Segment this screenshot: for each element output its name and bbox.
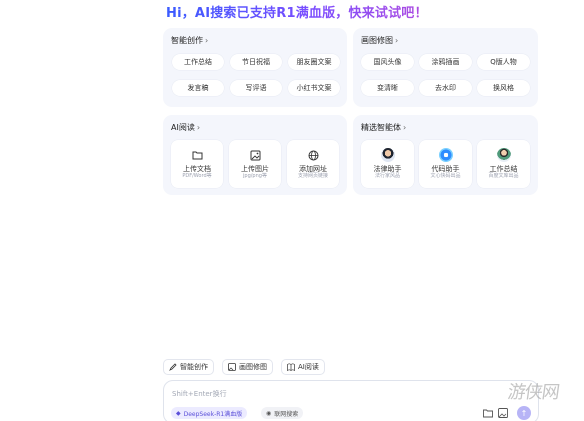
writing-card: 智能创作 › 工作总结 节日祝福 朋友圈文案 发言稿 写评语 小红书文案 <box>163 28 347 107</box>
add-url-tile[interactable]: 添加网址 支持网页链接 <box>287 140 339 188</box>
chevron-right-icon: › <box>395 36 399 45</box>
image-edit-card: 画图修图 › 国风头像 涂鸦插画 Q版人物 变清晰 去水印 换风格 <box>353 28 538 107</box>
writing-card-title[interactable]: 智能创作 › <box>171 35 208 46</box>
smart-writing-button[interactable]: 智能创作 <box>163 359 214 375</box>
chip-holiday-greeting[interactable]: 节日祝福 <box>230 54 282 70</box>
chip-chibi-character[interactable]: Q版人物 <box>477 54 530 70</box>
tile-sublabel: 支持网页链接 <box>297 173 328 180</box>
web-search-toggle[interactable]: ◉ 联网搜索 <box>261 407 304 419</box>
chip-xiaohongshu-copy[interactable]: 小红书文案 <box>288 80 340 96</box>
ai-reading-button[interactable]: AI阅读 <box>281 359 325 375</box>
image-icon <box>248 148 262 162</box>
code-assistant-tile[interactable]: 代码助手 文心快码出品 <box>419 140 472 188</box>
agents-card-title[interactable]: 精选智能体 › <box>361 122 406 133</box>
tile-sublabel: jpg/png等 <box>243 173 267 180</box>
chip-work-summary[interactable]: 工作总结 <box>172 54 224 70</box>
folder-icon <box>190 148 204 162</box>
image-edit-button[interactable]: 画图修图 <box>222 359 273 375</box>
image-edit-card-title[interactable]: 画图修图 › <box>361 35 398 46</box>
pen-icon <box>169 363 177 371</box>
image-upload-icon[interactable] <box>498 408 508 418</box>
ai-reading-card: AI阅读 › 上传文档 PDF/Word等 上传图片 jpg/png等 添加网址 … <box>163 115 347 195</box>
deepseek-icon: ◆ <box>176 409 181 417</box>
arrow-up-icon: ↑ <box>520 408 528 418</box>
tile-sublabel: 文心快码出品 <box>430 173 461 180</box>
chip-speech-draft[interactable]: 发言稿 <box>172 80 224 96</box>
folder-upload-icon[interactable] <box>483 408 493 418</box>
tile-sublabel: 法行家风品 <box>374 173 400 180</box>
globe-icon: ◉ <box>266 409 272 417</box>
chevron-right-icon: › <box>205 36 209 45</box>
upload-document-tile[interactable]: 上传文档 PDF/Word等 <box>171 140 223 188</box>
chip-moments-copy[interactable]: 朋友圈文案 <box>288 54 340 70</box>
work-summary-agent-tile[interactable]: 工作总结 百度文库出品 <box>477 140 530 188</box>
chat-input[interactable]: Shift+Enter换行 ◆ DeepSeek-R1满血版 ◉ 联网搜索 ↑ <box>163 380 539 421</box>
chip-enhance-clarity[interactable]: 变清晰 <box>361 80 414 96</box>
deepseek-model-toggle[interactable]: ◆ DeepSeek-R1满血版 <box>171 407 248 419</box>
worker-avatar-icon <box>496 148 511 163</box>
book-icon <box>287 363 295 371</box>
tile-sublabel: PDF/Word等 <box>182 173 212 180</box>
chip-remove-watermark[interactable]: 去水印 <box>419 80 472 96</box>
chevron-right-icon: › <box>403 123 407 132</box>
site-watermark: 游侠网 <box>506 382 561 403</box>
upload-image-tile[interactable]: 上传图片 jpg/png等 <box>229 140 281 188</box>
code-avatar-icon <box>438 148 453 163</box>
agents-card: 精选智能体 › 法律助手 法行家风品 代码助手 文心快码出品 工作总结 百度文库出… <box>353 115 538 195</box>
welcome-headline: Hi，AI搜索已支持R1满血版，快来试试吧！ <box>166 2 428 21</box>
legal-assistant-tile[interactable]: 法律助手 法行家风品 <box>361 140 414 188</box>
chat-input-placeholder: Shift+Enter换行 <box>172 390 227 398</box>
chip-change-style[interactable]: 换风格 <box>477 80 530 96</box>
chevron-right-icon: › <box>196 123 201 132</box>
image-icon <box>228 363 236 371</box>
send-button[interactable]: ↑ <box>517 406 531 420</box>
lawyer-avatar-icon <box>380 148 395 163</box>
ai-reading-card-title[interactable]: AI阅读 › <box>171 122 200 133</box>
globe-icon <box>306 148 320 162</box>
chip-write-comment[interactable]: 写评语 <box>230 80 282 96</box>
chip-guofeng-avatar[interactable]: 国风头像 <box>361 54 414 70</box>
tile-sublabel: 百度文库出品 <box>488 173 519 180</box>
chip-doodle-illustration[interactable]: 涂鸦插画 <box>419 54 472 70</box>
